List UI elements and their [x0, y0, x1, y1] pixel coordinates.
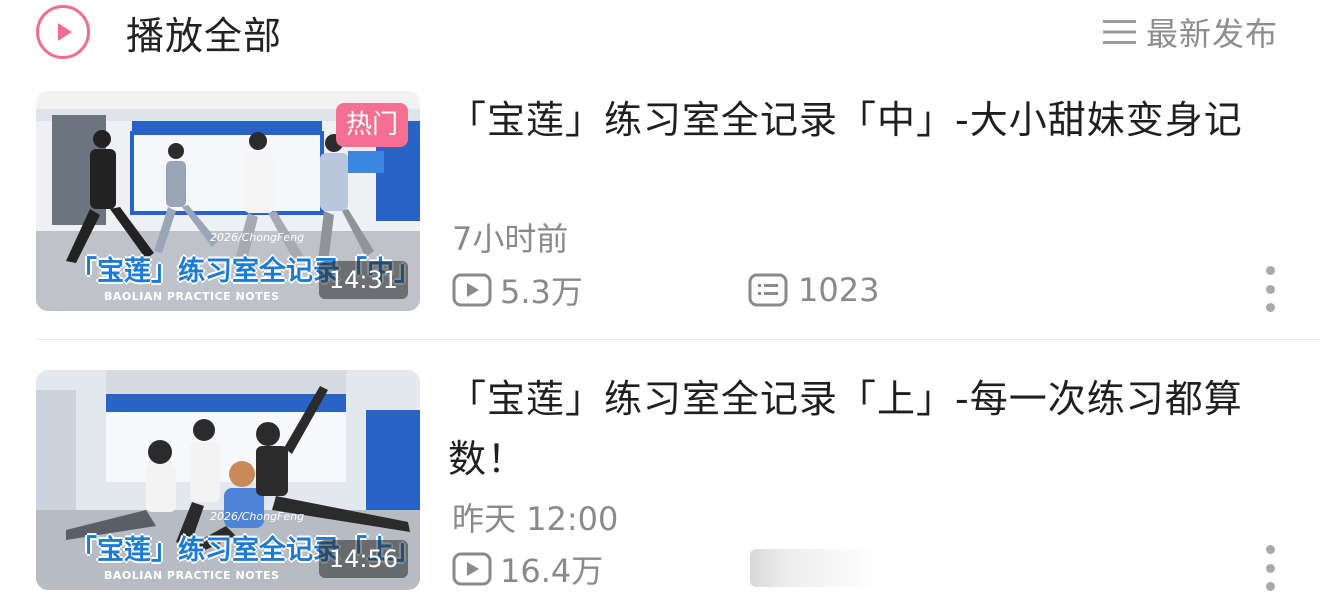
- view-count: 5.3万: [452, 267, 748, 313]
- video-thumbnail[interactable]: 2026/ChongFeng 「宝莲」练习室全记录「中」 BAOLIAN PRA…: [36, 91, 420, 311]
- video-title[interactable]: 「宝莲」练习室全记录「上」-每一次练习都算数！: [448, 369, 1268, 489]
- more-dot: [1265, 303, 1275, 312]
- more-dot: [1265, 545, 1275, 554]
- thumbnail-year: 2026/ChongFeng: [210, 510, 305, 523]
- more-dot: [1265, 266, 1275, 275]
- more-dot: [1265, 563, 1275, 573]
- item-divider: [36, 339, 1320, 340]
- publish-time: 7小时前: [452, 220, 569, 258]
- more-options-button[interactable]: [1260, 545, 1280, 591]
- play-count-icon: [452, 552, 492, 586]
- video-stats: 16.4万: [452, 547, 748, 591]
- video-list-page: 播放全部 最新发布 2026/ChongFeng 「宝莲」练习室全记录「中」 B…: [0, 0, 1320, 607]
- view-count-value: 16.4万: [500, 552, 604, 590]
- duration-label: 14:56: [318, 540, 408, 578]
- play-all-button[interactable]: 播放全部: [36, 4, 282, 60]
- video-item[interactable]: 2026/ChongFeng 「宝莲」练习室全记录「上」 BAOLIAN PRA…: [0, 367, 1320, 593]
- more-options-button[interactable]: [1260, 266, 1280, 312]
- thumbnail-year: 2026/ChongFeng: [210, 231, 305, 244]
- sort-lines-icon: [1102, 20, 1136, 44]
- hot-badge: 热门: [335, 103, 408, 147]
- more-dot: [1265, 284, 1275, 294]
- view-count-value: 5.3万: [500, 273, 583, 311]
- sort-label: 最新发布: [1145, 15, 1278, 53]
- comment-count: 1023: [748, 271, 879, 309]
- play-count-icon: [452, 273, 492, 307]
- comment-icon: [748, 273, 788, 307]
- thumbnail-subtitle: BAOLIAN PRACTICE NOTES: [104, 569, 280, 582]
- video-title[interactable]: 「宝莲」练习室全记录「中」-大小甜妹变身记: [448, 90, 1268, 150]
- list-header: 播放全部 最新发布: [0, 0, 1320, 66]
- play-circle-icon: [36, 5, 90, 59]
- comment-count-value: 1023: [798, 271, 880, 309]
- publish-time: 昨天 12:00: [452, 500, 619, 538]
- thumbnail-subtitle: BAOLIAN PRACTICE NOTES: [104, 290, 280, 303]
- more-dot: [1265, 582, 1275, 591]
- play-all-label: 播放全部: [126, 13, 283, 58]
- video-stats: 5.3万 1023: [452, 268, 879, 312]
- view-count: 16.4万: [452, 546, 748, 592]
- thumbnail-banner: 2026/ChongFeng 「宝莲」练习室全记录「中」 BAOLIAN PRA…: [70, 231, 420, 305]
- video-item[interactable]: 2026/ChongFeng 「宝莲」练习室全记录「中」 BAOLIAN PRA…: [0, 88, 1320, 314]
- thumbnail-banner: 2026/ChongFeng 「宝莲」练习室全记录「上」 BAOLIAN PRA…: [70, 510, 420, 584]
- sort-latest-button[interactable]: 最新发布: [1102, 12, 1278, 53]
- video-thumbnail[interactable]: 2026/ChongFeng 「宝莲」练习室全记录「上」 BAOLIAN PRA…: [36, 370, 420, 590]
- blurred-comment-count: [750, 549, 880, 587]
- duration-label: 14:31: [318, 261, 408, 299]
